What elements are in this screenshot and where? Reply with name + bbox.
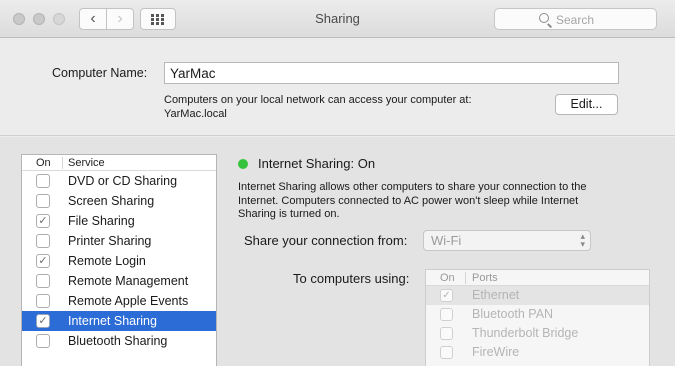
search-field[interactable]: Search [494,8,657,30]
service-row[interactable]: Remote Apple Events [22,291,216,311]
computer-name-field[interactable]: YarMac [164,62,619,84]
port-row: ✓ Ethernet [426,286,649,305]
service-list: On Service DVD or CD Sharing Screen Shari… [21,154,217,366]
column-header-on[interactable]: On [36,157,51,169]
service-row[interactable]: Bluetooth Sharing [22,331,216,351]
share-from-value: Wi-Fi [431,233,462,248]
service-checkbox[interactable] [36,334,50,348]
service-name: Printer Sharing [68,234,152,248]
service-checkbox[interactable] [36,274,50,288]
service-name: File Sharing [68,214,135,228]
service-name: Remote Login [68,254,146,268]
service-checkbox[interactable] [36,194,50,208]
column-header-on: On [440,272,455,284]
port-checkbox [440,308,453,321]
service-row[interactable]: ✓ File Sharing [22,211,216,231]
service-row[interactable]: Screen Sharing [22,191,216,211]
port-checkbox [440,346,453,359]
service-info: Internet Sharing allows other computers … [238,181,628,222]
search-placeholder: Search [556,13,595,27]
window-titlebar: ‹ › Sharing Search [0,0,675,38]
column-header-ports: Ports [472,272,498,284]
service-checkbox[interactable]: ✓ [36,254,50,268]
service-status: Internet Sharing: On [258,156,376,171]
service-name: Bluetooth Sharing [68,334,168,348]
ports-list: On Ports ✓ Ethernet Bluetooth PAN Thunderbo… [425,269,650,366]
edit-button[interactable]: Edit... [555,94,618,115]
info-line: Internet Sharing allows other computers … [238,181,587,193]
service-row[interactable]: Remote Management [22,271,216,291]
service-checkbox[interactable] [36,294,50,308]
service-name: DVD or CD Sharing [68,174,178,188]
share-from-popup[interactable]: Wi-Fi ▴ ▾ [423,230,591,251]
computer-name-section: Computer Name: YarMac Computers on your … [0,39,675,136]
column-header-service[interactable]: Service [68,157,105,169]
port-checkbox [440,327,453,340]
service-name: Screen Sharing [68,194,155,208]
service-row[interactable]: ✓ Internet Sharing [22,311,216,331]
port-row: Bluetooth PAN [426,305,649,324]
service-list-header: On Service [22,155,216,171]
local-hostname: YarMac.local [164,108,227,120]
port-row: FireWire [426,343,649,362]
port-name: Ethernet [472,288,520,302]
service-checkbox[interactable] [36,174,50,188]
service-name: Remote Management [68,274,189,288]
service-row[interactable]: ✓ Remote Login [22,251,216,271]
service-name: Internet Sharing [68,314,157,328]
port-name: FireWire [472,345,520,359]
service-checkbox[interactable]: ✓ [36,214,50,228]
service-name: Remote Apple Events [68,294,189,308]
service-checkbox[interactable] [36,234,50,248]
service-row[interactable]: Printer Sharing [22,231,216,251]
port-name: Bluetooth PAN [472,307,554,321]
updown-arrows-icon: ▴ ▾ [580,231,585,249]
search-icon [539,13,549,23]
computer-name-label: Computer Name: [52,66,148,80]
column-separator [62,157,63,169]
service-row[interactable]: DVD or CD Sharing [22,171,216,191]
port-checkbox: ✓ [440,289,453,302]
info-line: Sharing is turned on. [238,208,340,220]
ports-list-header: On Ports [426,270,649,286]
column-separator [465,272,466,284]
service-checkbox[interactable]: ✓ [36,314,50,328]
port-row: Thunderbolt Bridge [426,324,649,343]
port-name: Thunderbolt Bridge [472,326,579,340]
network-address-description: Computers on your local network can acce… [164,93,524,121]
to-computers-label: To computers using: [293,271,410,286]
status-indicator-icon [238,159,248,169]
info-line: Internet. Computers connected to AC powe… [238,194,579,207]
share-from-label: Share your connection from: [244,233,408,248]
description-text: Computers on your local network can acce… [164,94,472,106]
